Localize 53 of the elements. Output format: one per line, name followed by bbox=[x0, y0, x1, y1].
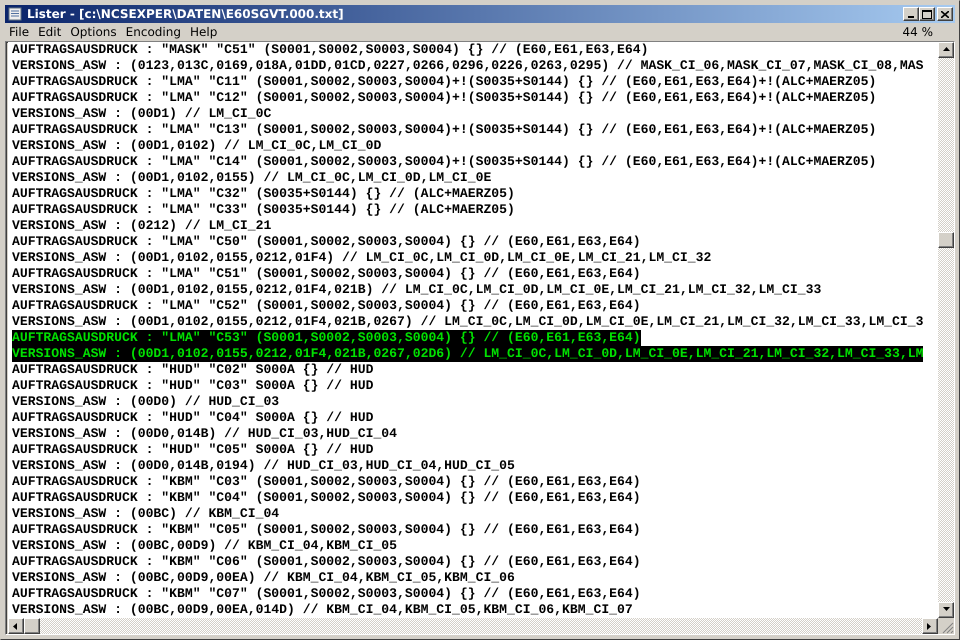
menu-item[interactable]: Options bbox=[66, 25, 122, 39]
menu-item[interactable]: Encoding bbox=[122, 25, 186, 39]
text-line: AUFTRAGSAUSDRUCK : "KBM" "C05" (S0001,S0002,S0003,S0004) {} // (E60,E61,E63,E64) bbox=[12, 522, 641, 538]
close-button[interactable] bbox=[937, 7, 953, 21]
app-icon bbox=[7, 6, 23, 22]
text-line: VERSIONS_ASW : (00D0) // HUD_CI_03 bbox=[12, 394, 280, 410]
window-title: Lister - [c:\NCSEXPER\DATEN\E60SGVT.000.txt] bbox=[27, 7, 345, 21]
text-line: VERSIONS_ASW : (00D0,014B) // HUD_CI_03,HUD_CI_04 bbox=[12, 426, 398, 442]
text-line: VERSIONS_ASW : (00D1,0102) // LM_CI_0C,LM_CI_0D bbox=[12, 138, 382, 154]
text-line: VERSIONS_ASW : (00D1) // LM_CI_0C bbox=[12, 106, 272, 122]
scroll-down-button[interactable] bbox=[938, 602, 954, 618]
scroll-thumb[interactable] bbox=[938, 232, 954, 248]
text-line: VERSIONS_ASW : (00BC) // KBM_CI_04 bbox=[12, 506, 280, 522]
text-line: AUFTRAGSAUSDRUCK : "KBM" "C06" (S0001,S0002,S0003,S0004) {} // (E60,E61,E63,E64) bbox=[12, 554, 641, 570]
text-line: AUFTRAGSAUSDRUCK : "LMA" "C51" (S0001,S0002,S0003,S0004) {} // (E60,E61,E63,E64) bbox=[12, 266, 641, 282]
scroll-thumb[interactable] bbox=[24, 618, 40, 634]
text-line: AUFTRAGSAUSDRUCK : "LMA" "C12" (S0001,S0002,S0003,S0004)+!(S0035+S0144) {} // (E60,E61,E63,E64)+!(ALC+MAERZ05) bbox=[12, 90, 876, 106]
text-line: VERSIONS_ASW : (00BC,00D9,00EA,014D) // KBM_CI_04,KBM_CI_05,KBM_CI_06,KBM_CI_07 bbox=[12, 602, 633, 618]
text-line: VERSIONS_ASW : (0123,013C,0169,018A,01DD,01CD,0227,0266,0296,0226,0263,0295) // MASK_CI_06,MASK_CI_07,MASK_CI_08,MAS bbox=[12, 58, 924, 74]
text-line: VERSIONS_ASW : (0212) // LM_CI_21 bbox=[12, 218, 272, 234]
text-line: AUFTRAGSAUSDRUCK : "HUD" "C04" S000A {} // HUD bbox=[12, 410, 374, 426]
maximize-button[interactable] bbox=[919, 7, 935, 21]
scroll-up-button[interactable] bbox=[938, 42, 954, 58]
text-line: VERSIONS_ASW : (00D0,014B,0194) // HUD_CI_03,HUD_CI_04,HUD_CI_05 bbox=[12, 458, 515, 474]
text-line: VERSIONS_ASW : (00BC,00D9) // KBM_CI_04,KBM_CI_05 bbox=[12, 538, 398, 554]
text-line: AUFTRAGSAUSDRUCK : "KBM" "C07" (S0001,S0002,S0003,S0004) {} // (E60,E61,E63,E64) bbox=[12, 586, 641, 602]
menu-item[interactable]: Edit bbox=[34, 25, 66, 39]
text-line: AUFTRAGSAUSDRUCK : "LMA" "C50" (S0001,S0002,S0003,S0004) {} // (E60,E61,E63,E64) bbox=[12, 234, 641, 250]
scroll-left-button[interactable] bbox=[8, 618, 24, 634]
text-line: AUFTRAGSAUSDRUCK : "KBM" "C03" (S0001,S0002,S0003,S0004) {} // (E60,E61,E63,E64) bbox=[12, 474, 641, 490]
menu-item[interactable]: File bbox=[5, 25, 34, 39]
text-line: VERSIONS_ASW : (00D1,0102,0155) // LM_CI_0C,LM_CI_0D,LM_CI_0E bbox=[12, 170, 492, 186]
text-line: AUFTRAGSAUSDRUCK : "LMA" "C13" (S0001,S0002,S0003,S0004)+!(S0035+S0144) {} // (E60,E61,E63,E64)+!(ALC+MAERZ05) bbox=[12, 122, 876, 138]
close-icon bbox=[941, 10, 949, 18]
text-line: AUFTRAGSAUSDRUCK : "HUD" "C02" S000A {} // HUD bbox=[12, 362, 374, 378]
text-line: AUFTRAGSAUSDRUCK : "HUD" "C03" S000A {} // HUD bbox=[12, 378, 374, 394]
maximize-icon bbox=[922, 10, 932, 18]
text-line: AUFTRAGSAUSDRUCK : "KBM" "C04" (S0001,S0002,S0003,S0004) {} // (E60,E61,E63,E64) bbox=[12, 490, 641, 506]
scroll-right-button[interactable] bbox=[922, 618, 938, 634]
minimize-button[interactable] bbox=[903, 7, 919, 21]
text-line: AUFTRAGSAUSDRUCK : "LMA" "C52" (S0001,S0002,S0003,S0004) {} // (E60,E61,E63,E64) bbox=[12, 298, 641, 314]
text-line: VERSIONS_ASW : (00D1,0102,0155,0212,01F4) // LM_CI_0C,LM_CI_0D,LM_CI_0E,LM_CI_21,LM_CI_32 bbox=[12, 250, 712, 266]
text-line: AUFTRAGSAUSDRUCK : "MASK" "C51" (S0001,S0002,S0003,S0004) {} // (E60,E61,E63,E64) bbox=[12, 42, 648, 58]
text-line: VERSIONS_ASW : (00D1,0102,0155,0212,01F4,021B,0267) // LM_CI_0C,LM_CI_0D,LM_CI_0E,LM_CI_21,LM_CI_32,LM_CI_33,LM_CI_3 bbox=[12, 314, 924, 330]
menu-item[interactable]: Help bbox=[186, 25, 222, 39]
text-line: AUFTRAGSAUSDRUCK : "LMA" "C14" (S0001,S0002,S0003,S0004)+!(S0035+S0144) {} // (E60,E61,E63,E64)+!(ALC+MAERZ05) bbox=[12, 154, 876, 170]
text-line: VERSIONS_ASW : (00BC,00D9,00EA) // KBM_CI_04,KBM_CI_05,KBM_CI_06 bbox=[12, 570, 515, 586]
zoom-level: 44 % bbox=[902, 25, 933, 39]
text-line: AUFTRAGSAUSDRUCK : "LMA" "C32" (S0035+S0144) {} // (ALC+MAERZ05) bbox=[12, 186, 515, 202]
text-line: AUFTRAGSAUSDRUCK : "LMA" "C33" (S0035+S0144) {} // (ALC+MAERZ05) bbox=[12, 202, 515, 218]
text-line: AUFTRAGSAUSDRUCK : "LMA" "C11" (S0001,S0002,S0003,S0004)+!(S0035+S0144) {} // (E60,E61,E63,E64)+!(ALC+MAERZ05) bbox=[12, 74, 876, 90]
text-line: VERSIONS_ASW : (00D1,0102,0155,0212,01F4,021B) // LM_CI_0C,LM_CI_0D,LM_CI_0E,LM_CI_21,LM_CI_32,LM_CI_33 bbox=[12, 282, 822, 298]
text-line: AUFTRAGSAUSDRUCK : "HUD" "C05" S000A {} // HUD bbox=[12, 442, 374, 458]
